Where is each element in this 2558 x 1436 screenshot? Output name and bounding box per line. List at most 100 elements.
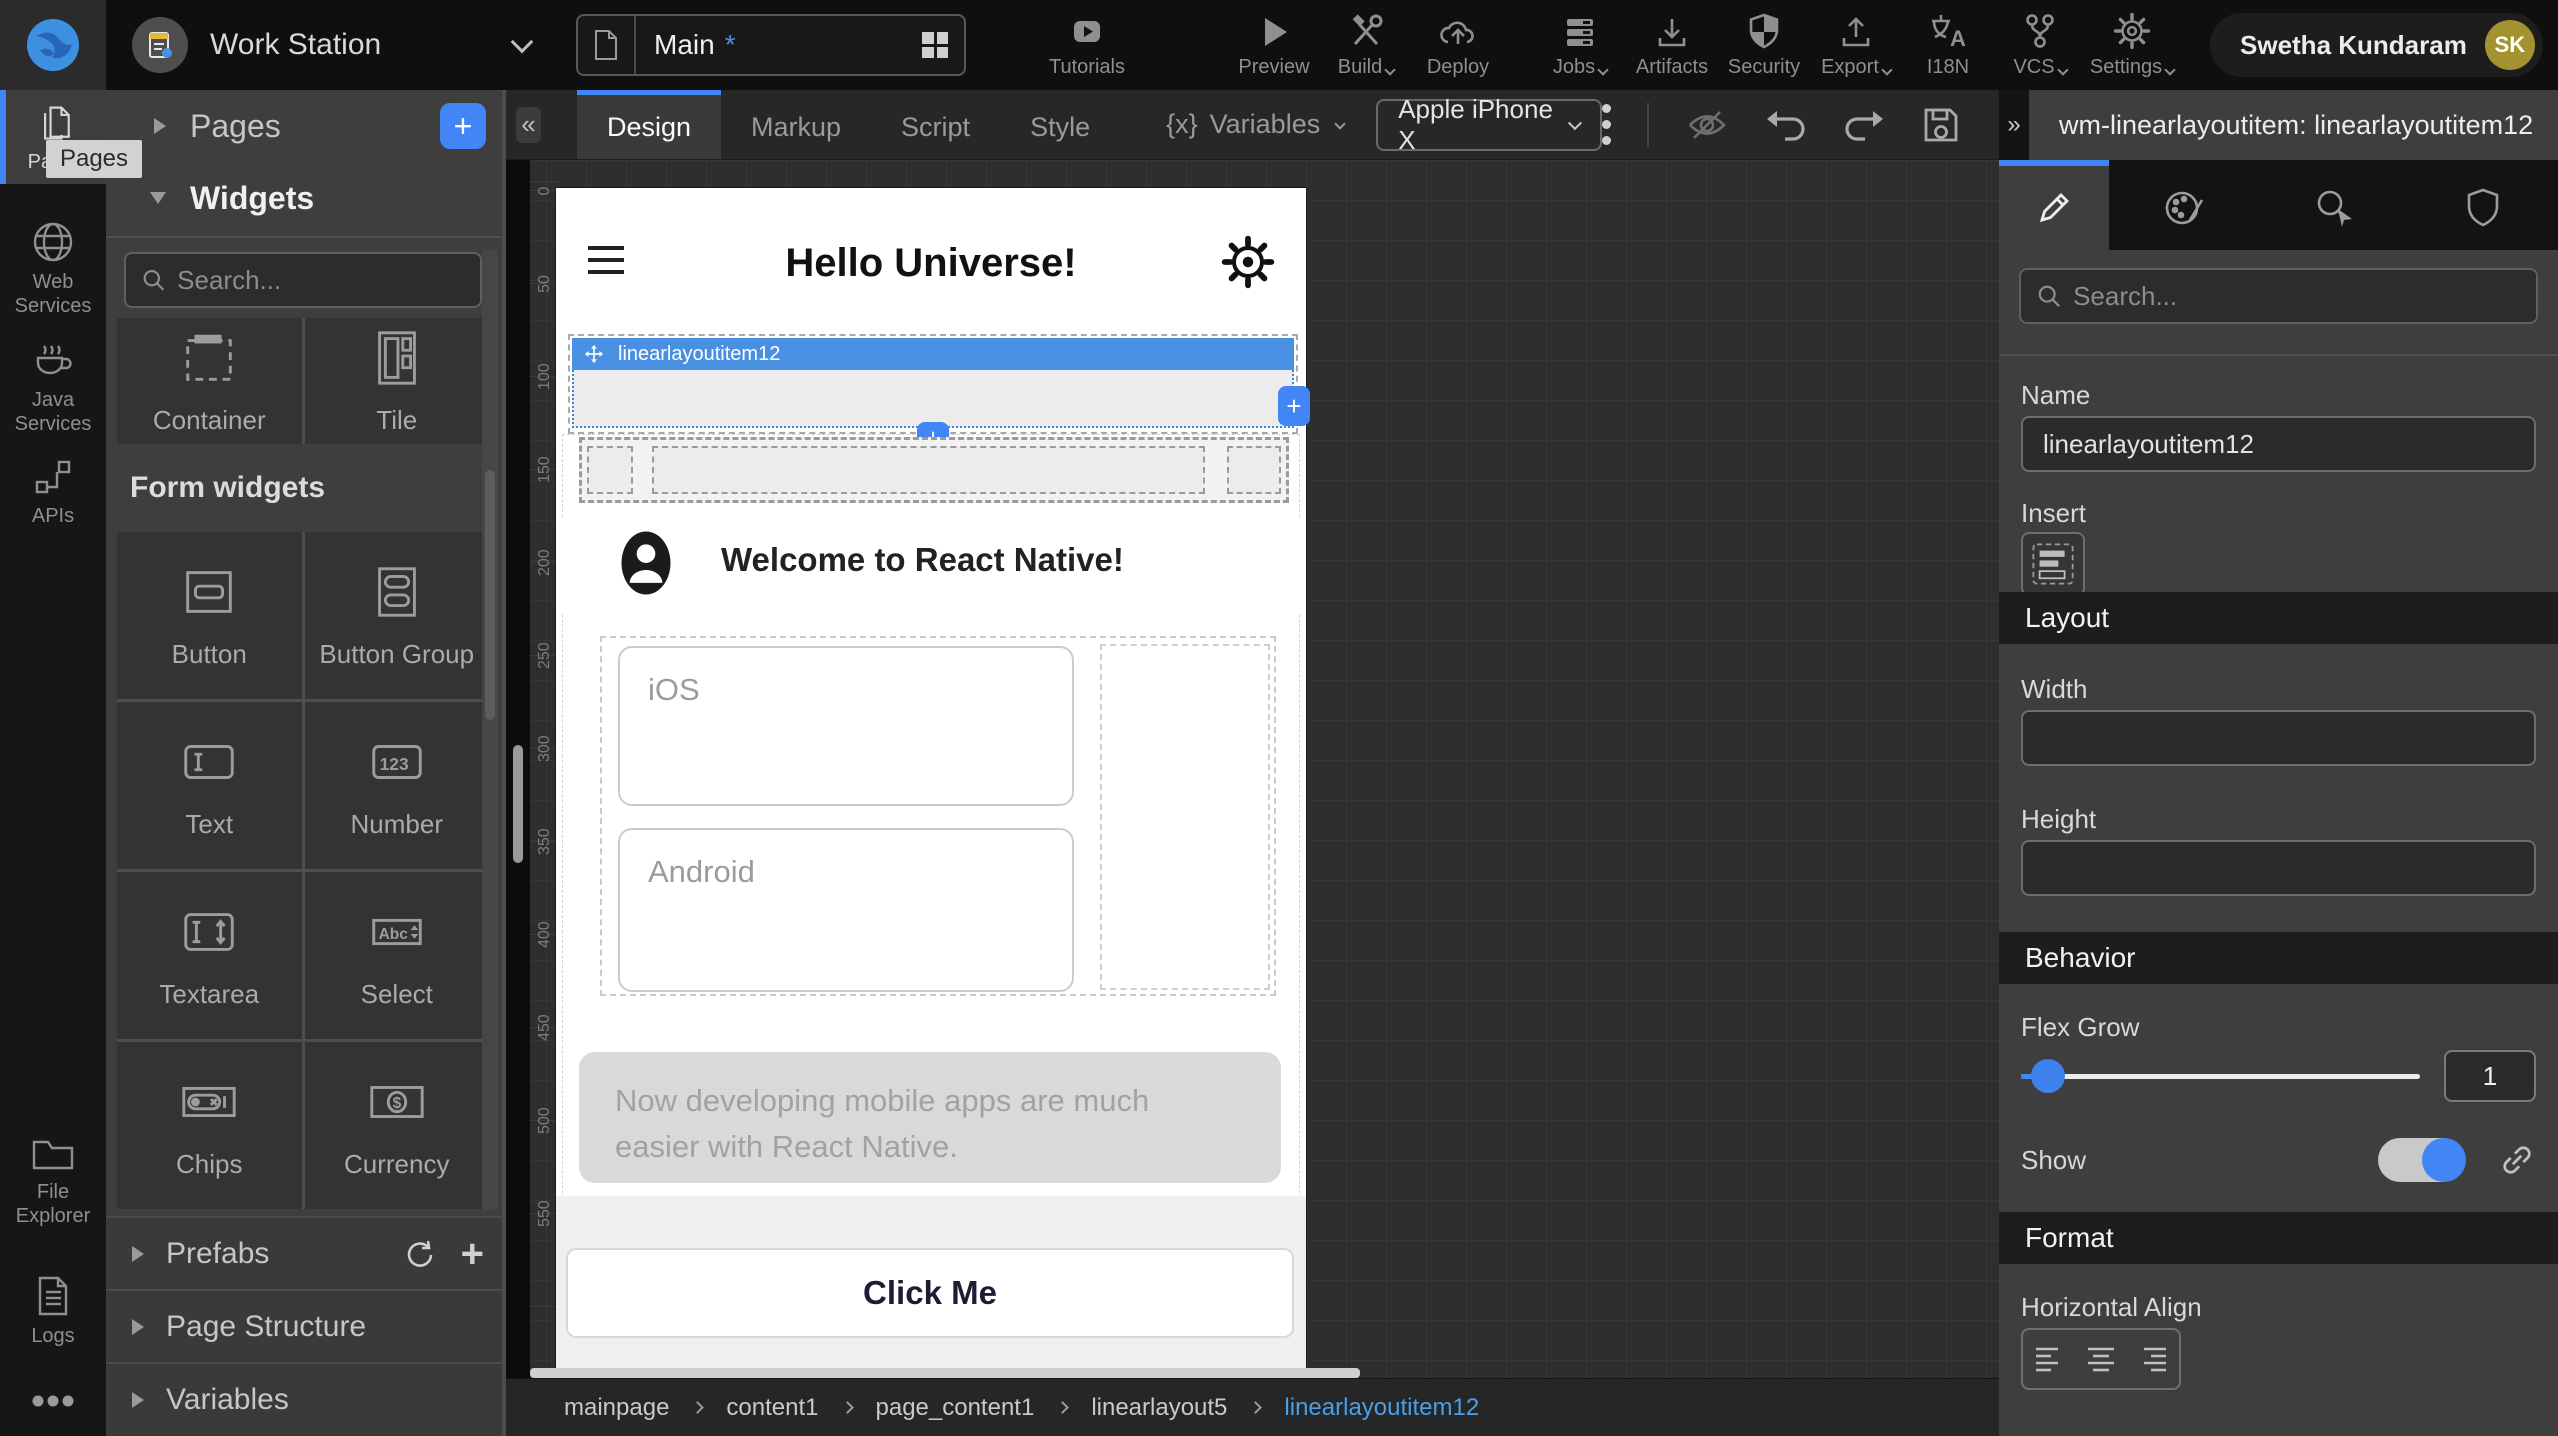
show-toggle[interactable] xyxy=(2378,1138,2464,1182)
topbar-action-vcs[interactable]: VCS xyxy=(1994,12,2086,79)
widget-container[interactable]: Container xyxy=(117,318,302,444)
expand-panel-button[interactable]: » xyxy=(1999,90,2029,160)
sidebar-item-java-services[interactable]: Java Services xyxy=(0,328,106,446)
topbar-action-jobs[interactable]: Jobs xyxy=(1534,12,1626,79)
selection-header[interactable]: linearlayoutitem12 xyxy=(572,338,1294,370)
widget-number[interactable]: 123 Number xyxy=(305,702,490,869)
tab-security[interactable] xyxy=(2408,160,2558,250)
variables-accordion[interactable]: Variables xyxy=(106,1362,502,1436)
topbar-action-artifacts[interactable]: Artifacts xyxy=(1626,12,1718,79)
toggle-visibility-icon[interactable] xyxy=(1685,105,1729,145)
collapse-left-panel-button[interactable]: « xyxy=(516,107,541,143)
add-prefab-button[interactable]: + xyxy=(461,1239,484,1269)
bind-link-icon[interactable] xyxy=(2498,1141,2536,1179)
sidebar-item-web-services[interactable]: Web Services xyxy=(0,210,106,328)
width-input[interactable] xyxy=(2021,710,2536,766)
canvas-horizontal-scrollbar[interactable] xyxy=(530,1368,1360,1378)
chevron-down-icon[interactable] xyxy=(511,31,534,54)
align-left-icon[interactable] xyxy=(2032,1343,2066,1375)
ios-card[interactable]: iOS xyxy=(618,646,1074,806)
tab-design[interactable]: Design xyxy=(577,90,721,159)
android-card[interactable]: Android xyxy=(618,828,1074,992)
note-box[interactable]: Now developing mobile apps are much easi… xyxy=(579,1052,1281,1183)
page-tab-main[interactable]: Main * xyxy=(576,14,966,76)
topbar-action-export[interactable]: Export xyxy=(1810,12,1902,79)
design-canvas[interactable]: 050 100150 200250 300350 400450 500550 H… xyxy=(506,160,1999,1378)
tab-markup[interactable]: Markup xyxy=(721,90,871,159)
name-input[interactable] xyxy=(2021,416,2536,472)
topbar-action-tutorials[interactable]: Tutorials xyxy=(1041,12,1133,79)
device-select[interactable]: Apple iPhone X xyxy=(1376,99,1602,151)
add-page-button[interactable]: + xyxy=(440,103,486,149)
welcome-card[interactable]: Welcome to React Native! xyxy=(556,519,1306,613)
widget-currency[interactable]: $ Currency xyxy=(305,1042,490,1209)
slider-thumb[interactable] xyxy=(2031,1059,2065,1093)
user-menu[interactable]: Swetha Kundaram SK xyxy=(2210,13,2543,77)
topbar-action-security[interactable]: Security xyxy=(1718,12,1810,79)
widget-tile[interactable]: Tile xyxy=(305,318,490,444)
widget-textarea[interactable]: Textarea xyxy=(117,872,302,1039)
widget-button[interactable]: Button xyxy=(117,532,302,699)
panel-scrollbar[interactable] xyxy=(482,250,498,1210)
widget-chips[interactable]: Chips xyxy=(117,1042,302,1209)
format-section-header[interactable]: Format xyxy=(1999,1212,2558,1264)
sidebar-item-logs[interactable]: Logs xyxy=(0,1264,106,1358)
widget-button-group[interactable]: Button Group xyxy=(305,532,490,699)
property-search-input[interactable] xyxy=(2073,281,2520,312)
widget-text[interactable]: Text xyxy=(117,702,302,869)
property-search[interactable] xyxy=(2019,268,2538,324)
platform-cards-container[interactable]: iOS Android xyxy=(600,636,1276,996)
breadcrumb-linearlayout5[interactable]: linearlayout5 xyxy=(1091,1394,1227,1422)
app-logo[interactable] xyxy=(0,0,106,90)
topbar-action-build[interactable]: Build xyxy=(1320,12,1412,79)
variables-menu[interactable]: {x} Variables xyxy=(1166,90,1344,159)
breadcrumb-linearlayoutitem12[interactable]: linearlayoutitem12 xyxy=(1284,1394,1479,1422)
topbar-action-i18n[interactable]: A I18N xyxy=(1902,12,1994,79)
topbar-action-preview[interactable]: Preview xyxy=(1228,12,1320,79)
click-me-button[interactable]: Click Me xyxy=(566,1248,1294,1338)
add-widget-right-button[interactable]: + xyxy=(1278,386,1310,426)
empty-layout-cell[interactable] xyxy=(587,446,633,494)
undo-icon[interactable] xyxy=(1765,105,1807,145)
page-structure-accordion[interactable]: Page Structure xyxy=(106,1289,502,1362)
tab-properties[interactable] xyxy=(1999,160,2109,250)
topbar-action-settings[interactable]: Settings xyxy=(2086,12,2178,79)
insert-linearlayoutitem-button[interactable] xyxy=(2021,532,2085,596)
behavior-section-header[interactable]: Behavior xyxy=(1999,932,2558,984)
save-icon[interactable] xyxy=(1921,105,1961,145)
more-options-icon[interactable] xyxy=(1602,104,1611,145)
empty-layout-cell[interactable] xyxy=(1227,446,1281,494)
menu-icon[interactable] xyxy=(588,246,624,274)
flex-grow-value[interactable]: 1 xyxy=(2444,1050,2536,1102)
tab-events[interactable] xyxy=(2259,160,2409,250)
selected-widget-linearlayoutitem12[interactable]: linearlayoutitem12 + + xyxy=(568,334,1298,434)
breadcrumb-mainpage[interactable]: mainpage xyxy=(564,1394,669,1422)
tab-styles[interactable] xyxy=(2109,160,2259,250)
flex-grow-slider[interactable] xyxy=(2021,1058,2420,1094)
prefabs-accordion[interactable]: Prefabs + xyxy=(106,1216,502,1289)
empty-layout-cell[interactable] xyxy=(652,446,1205,494)
pages-accordion[interactable]: Pages + xyxy=(106,90,502,162)
align-center-icon[interactable] xyxy=(2084,1343,2118,1375)
redo-icon[interactable] xyxy=(1843,105,1885,145)
tab-style[interactable]: Style xyxy=(1000,90,1120,159)
gear-icon[interactable] xyxy=(1220,234,1276,295)
linearlayoutitem12-body[interactable] xyxy=(572,370,1294,428)
sidebar-item-apis[interactable]: APIs xyxy=(0,446,106,538)
breadcrumb-page-content1[interactable]: page_content1 xyxy=(876,1394,1035,1422)
search-input[interactable] xyxy=(177,265,464,296)
breadcrumb-content1[interactable]: content1 xyxy=(726,1394,818,1422)
refresh-icon[interactable] xyxy=(401,1237,435,1271)
grid-view-icon[interactable] xyxy=(920,30,950,60)
widget-select[interactable]: Abc Select xyxy=(305,872,490,1039)
empty-linearlayout-row[interactable] xyxy=(579,437,1289,503)
tab-script[interactable]: Script xyxy=(871,90,1000,159)
align-right-icon[interactable] xyxy=(2136,1343,2170,1375)
widget-search[interactable] xyxy=(124,252,482,308)
layout-section-header[interactable]: Layout xyxy=(1999,592,2558,644)
sidebar-item-more[interactable] xyxy=(0,1384,106,1418)
height-input[interactable] xyxy=(2021,840,2536,896)
canvas-vertical-scrollbar[interactable] xyxy=(506,160,530,1378)
sidebar-item-file-explorer[interactable]: File Explorer xyxy=(0,1126,106,1238)
widgets-accordion[interactable]: Widgets xyxy=(106,162,502,234)
